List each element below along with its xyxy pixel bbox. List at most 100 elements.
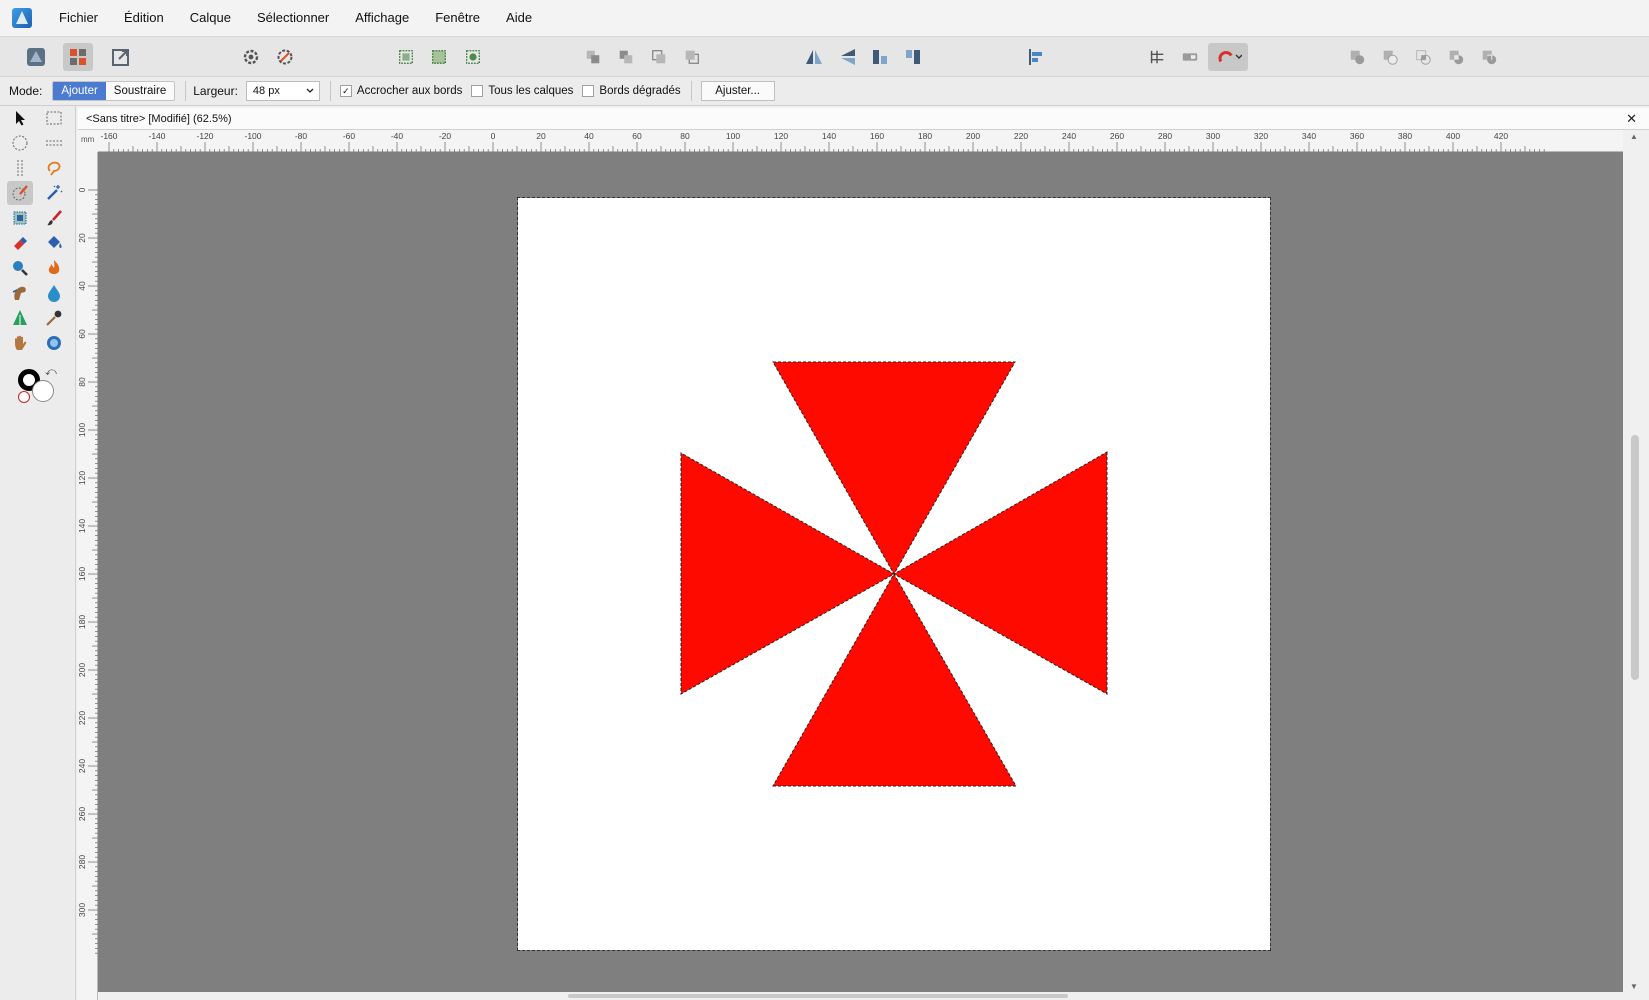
ruler-label: 380	[1398, 131, 1412, 141]
menu-affichage[interactable]: Affichage	[342, 0, 422, 36]
ruler-label: 0	[491, 131, 496, 141]
boolean-xor-icon[interactable]	[1441, 43, 1471, 71]
main-toolbar	[0, 36, 1649, 76]
horizontal-ruler: -160 -140 -120 -100 -80 -60 -40 -20 0 20 40 60 80 100…	[98, 130, 1623, 152]
ruler-units: mm	[78, 130, 98, 152]
flip-horizontal-icon[interactable]	[799, 43, 829, 71]
persona-photo-icon[interactable]	[21, 43, 51, 71]
flood-fill-tool-icon[interactable]	[41, 231, 67, 255]
smudge-tool-icon[interactable]	[7, 281, 33, 305]
cross-pattee-shape[interactable]	[518, 198, 1270, 950]
view-tool-icon[interactable]	[41, 331, 67, 355]
document-title: <Sans titre> [Modifié] (62.5%)	[86, 112, 232, 125]
ruler-label: 20	[536, 131, 546, 141]
snap-toggle-icon[interactable]	[1175, 43, 1205, 71]
mode-add-button[interactable]: Ajouter	[53, 82, 106, 100]
sharpen-tool-icon[interactable]	[7, 306, 33, 330]
flip-vertical-icon[interactable]	[833, 43, 863, 71]
freehand-selection-tool-icon[interactable]	[41, 156, 67, 180]
ruler-label: 80	[78, 377, 87, 387]
canvas-area[interactable]	[98, 152, 1623, 992]
ruler-label: 200	[78, 663, 87, 677]
vertical-scrollbar-thumb[interactable]	[1631, 435, 1639, 680]
ruler-label: -140	[148, 131, 165, 141]
all-layers-checkbox[interactable]: Tous les calques	[471, 85, 573, 97]
eraser-tool-icon[interactable]	[7, 231, 33, 255]
invert-selection-icon[interactable]	[458, 43, 488, 71]
all-layers-label: Tous les calques	[488, 85, 574, 97]
menu-fenetre[interactable]: Fenêtre	[422, 0, 493, 36]
move-tool-icon[interactable]	[7, 106, 33, 130]
soft-edges-checkbox[interactable]: Bords dégradés	[582, 85, 681, 97]
boolean-intersect-icon[interactable]	[1408, 43, 1438, 71]
horizontal-scrollbar[interactable]	[98, 992, 1623, 1000]
scroll-down-arrow-icon[interactable]: ▼	[1630, 982, 1638, 991]
ruler-label: -120	[196, 131, 213, 141]
select-all-icon[interactable]	[391, 43, 421, 71]
menu-fichier[interactable]: Fichier	[46, 0, 111, 36]
row-marquee-tool-icon[interactable]	[41, 131, 67, 155]
arrange-backward-icon[interactable]	[611, 43, 641, 71]
vertical-scrollbar[interactable]: ▲ ▼	[1623, 130, 1649, 1000]
gear-icon[interactable]	[236, 43, 266, 71]
menu-calque[interactable]: Calque	[177, 0, 244, 36]
column-marquee-tool-icon[interactable]	[7, 156, 33, 180]
burn-tool-icon[interactable]	[41, 256, 67, 280]
rectangular-marquee-tool-icon[interactable]	[41, 106, 67, 130]
affinity-photo-logo-icon[interactable]	[12, 8, 32, 28]
ruler-label: 280	[1158, 131, 1172, 141]
ruler-label: -20	[439, 131, 452, 141]
snapping-magnet-icon[interactable]	[1208, 43, 1248, 71]
ruler-label: 220	[1014, 131, 1028, 141]
pixel-selection-tool-icon[interactable]	[7, 206, 33, 230]
menu-aide[interactable]: Aide	[493, 0, 545, 36]
no-color-icon[interactable]	[18, 391, 30, 403]
ruler-label: 320	[1254, 131, 1268, 141]
ruler-label: 260	[78, 807, 87, 821]
mode-subtract-button[interactable]: Soustraire	[105, 82, 175, 100]
color-swatches[interactable]: ⤺	[16, 366, 60, 406]
snap-edges-checkbox[interactable]: ✓ Accrocher aux bords	[339, 85, 462, 97]
width-select[interactable]: 48 px	[245, 81, 320, 101]
ruler-label: 300	[78, 903, 87, 917]
ruler-label: -100	[244, 131, 261, 141]
tools-panel: ⤺	[0, 106, 76, 1000]
persona-export-icon[interactable]	[106, 43, 136, 71]
width-value: 48 px	[252, 85, 280, 97]
document-tab[interactable]: <Sans titre> [Modifié] (62.5%) ✕	[78, 108, 1649, 130]
mode-segmented-control: Ajouter Soustraire	[52, 81, 176, 101]
ruler-label: 220	[78, 711, 87, 725]
hand-tool-icon[interactable]	[7, 331, 33, 355]
boolean-divide-icon[interactable]	[1474, 43, 1504, 71]
boolean-subtract-icon[interactable]	[1375, 43, 1405, 71]
deselect-icon[interactable]	[424, 43, 454, 71]
color-picker-tool-icon[interactable]	[41, 306, 67, 330]
arrange-front-icon[interactable]	[677, 43, 707, 71]
document-page[interactable]	[517, 197, 1271, 951]
menu-selectionner[interactable]: Sélectionner	[244, 0, 342, 36]
elliptical-marquee-tool-icon[interactable]	[7, 131, 33, 155]
blur-tool-icon[interactable]	[41, 281, 67, 305]
mode-label: Mode:	[9, 84, 43, 98]
menu-edition[interactable]: Édition	[111, 0, 177, 36]
arrange-forward-icon[interactable]	[644, 43, 674, 71]
horizontal-scrollbar-thumb[interactable]	[568, 994, 1068, 998]
grid-icon[interactable]	[1142, 43, 1172, 71]
boolean-add-icon[interactable]	[1342, 43, 1372, 71]
adjust-button[interactable]: Ajuster...	[700, 81, 775, 101]
selection-brush-tool-icon[interactable]	[7, 181, 33, 205]
scroll-up-arrow-icon[interactable]: ▲	[1630, 132, 1638, 141]
rotate-right-icon[interactable]	[898, 43, 928, 71]
swap-colors-icon[interactable]: ⤺	[45, 366, 57, 379]
persona-pixel-icon[interactable]	[63, 43, 93, 71]
flood-select-tool-icon[interactable]	[41, 181, 67, 205]
paint-brush-tool-icon[interactable]	[41, 206, 67, 230]
arrange-back-icon[interactable]	[578, 43, 608, 71]
rotate-left-icon[interactable]	[865, 43, 895, 71]
selection-options-icon[interactable]	[270, 43, 300, 71]
checkbox-unchecked-icon	[471, 85, 484, 97]
align-icon[interactable]	[1021, 43, 1051, 71]
secondary-color-swatch[interactable]	[32, 380, 54, 402]
zoom-tool-icon[interactable]	[7, 256, 33, 280]
close-icon[interactable]: ✕	[1626, 111, 1637, 127]
